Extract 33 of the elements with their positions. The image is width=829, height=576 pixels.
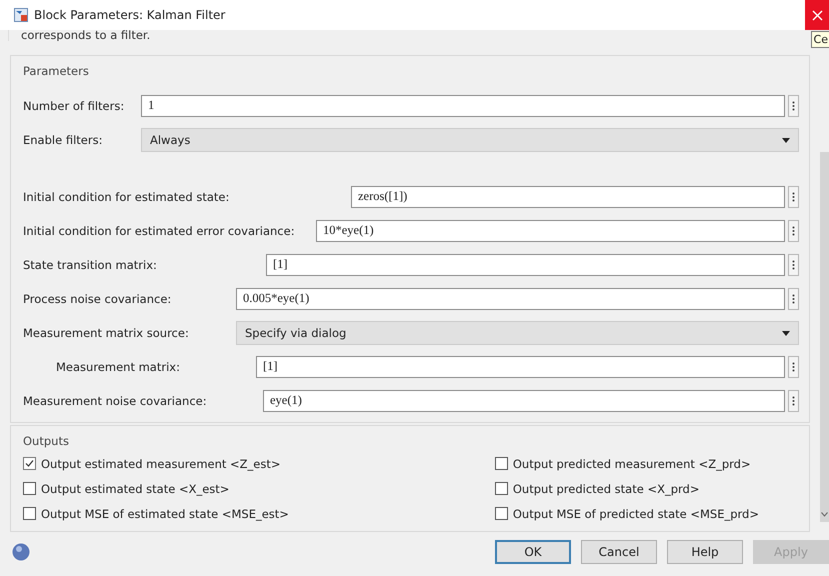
- field-label: State transition matrix:: [23, 258, 158, 272]
- dropdown[interactable]: Always: [141, 128, 799, 152]
- dropdown[interactable]: Specify via dialog: [236, 321, 799, 345]
- input-field[interactable]: [1]: [256, 356, 785, 378]
- checkbox-label: Output predicted state <X_prd>: [512, 482, 700, 496]
- dropdown-value: Always: [150, 133, 192, 147]
- checkbox-label: Output MSE of estimated state <MSE_est>: [41, 506, 289, 520]
- field-label: Initial condition for estimated state:: [23, 190, 230, 204]
- dropdown-value: Specify via dialog: [245, 326, 348, 340]
- input-field[interactable]: 10*eye(1): [316, 220, 785, 242]
- group-title: Parameters: [23, 64, 90, 78]
- checkbox-label: Output MSE of predicted state <MSE_prd>: [512, 506, 759, 520]
- input-field[interactable]: eye(1): [263, 390, 785, 412]
- input-field[interactable]: [1]: [266, 254, 785, 276]
- field-label: Measurement matrix:: [55, 360, 181, 374]
- group-title: Outputs: [23, 434, 70, 448]
- window-title: Block Parameters: Kalman Filter: [34, 8, 226, 22]
- field-label: Measurement noise covariance:: [23, 394, 208, 408]
- field-label: Initial condition for estimated error covariance:: [23, 224, 296, 238]
- field-label: Measurement matrix source:: [23, 326, 190, 340]
- input-field[interactable]: 0.005*eye(1): [236, 288, 785, 310]
- input-field[interactable]: 1: [141, 95, 785, 117]
- field-label: Enable filters:: [23, 133, 104, 147]
- field-label: Process noise covariance:: [23, 292, 172, 306]
- input-field[interactable]: zeros([1]): [351, 186, 785, 208]
- dialog-button[interactable]: Cancel: [581, 540, 657, 564]
- checkbox-label: Output estimated state <X_est>: [41, 482, 230, 496]
- checkbox-label: Output predicted measurement <Z_prd>: [512, 456, 751, 470]
- field-label: Number of filters:: [23, 99, 126, 113]
- dialog-button[interactable]: Help: [667, 540, 743, 564]
- tooltip: Ce: [810, 31, 829, 48]
- dialog-button[interactable]: OK: [495, 540, 571, 564]
- checkbox-label: Output estimated measurement <Z_est>: [41, 456, 281, 470]
